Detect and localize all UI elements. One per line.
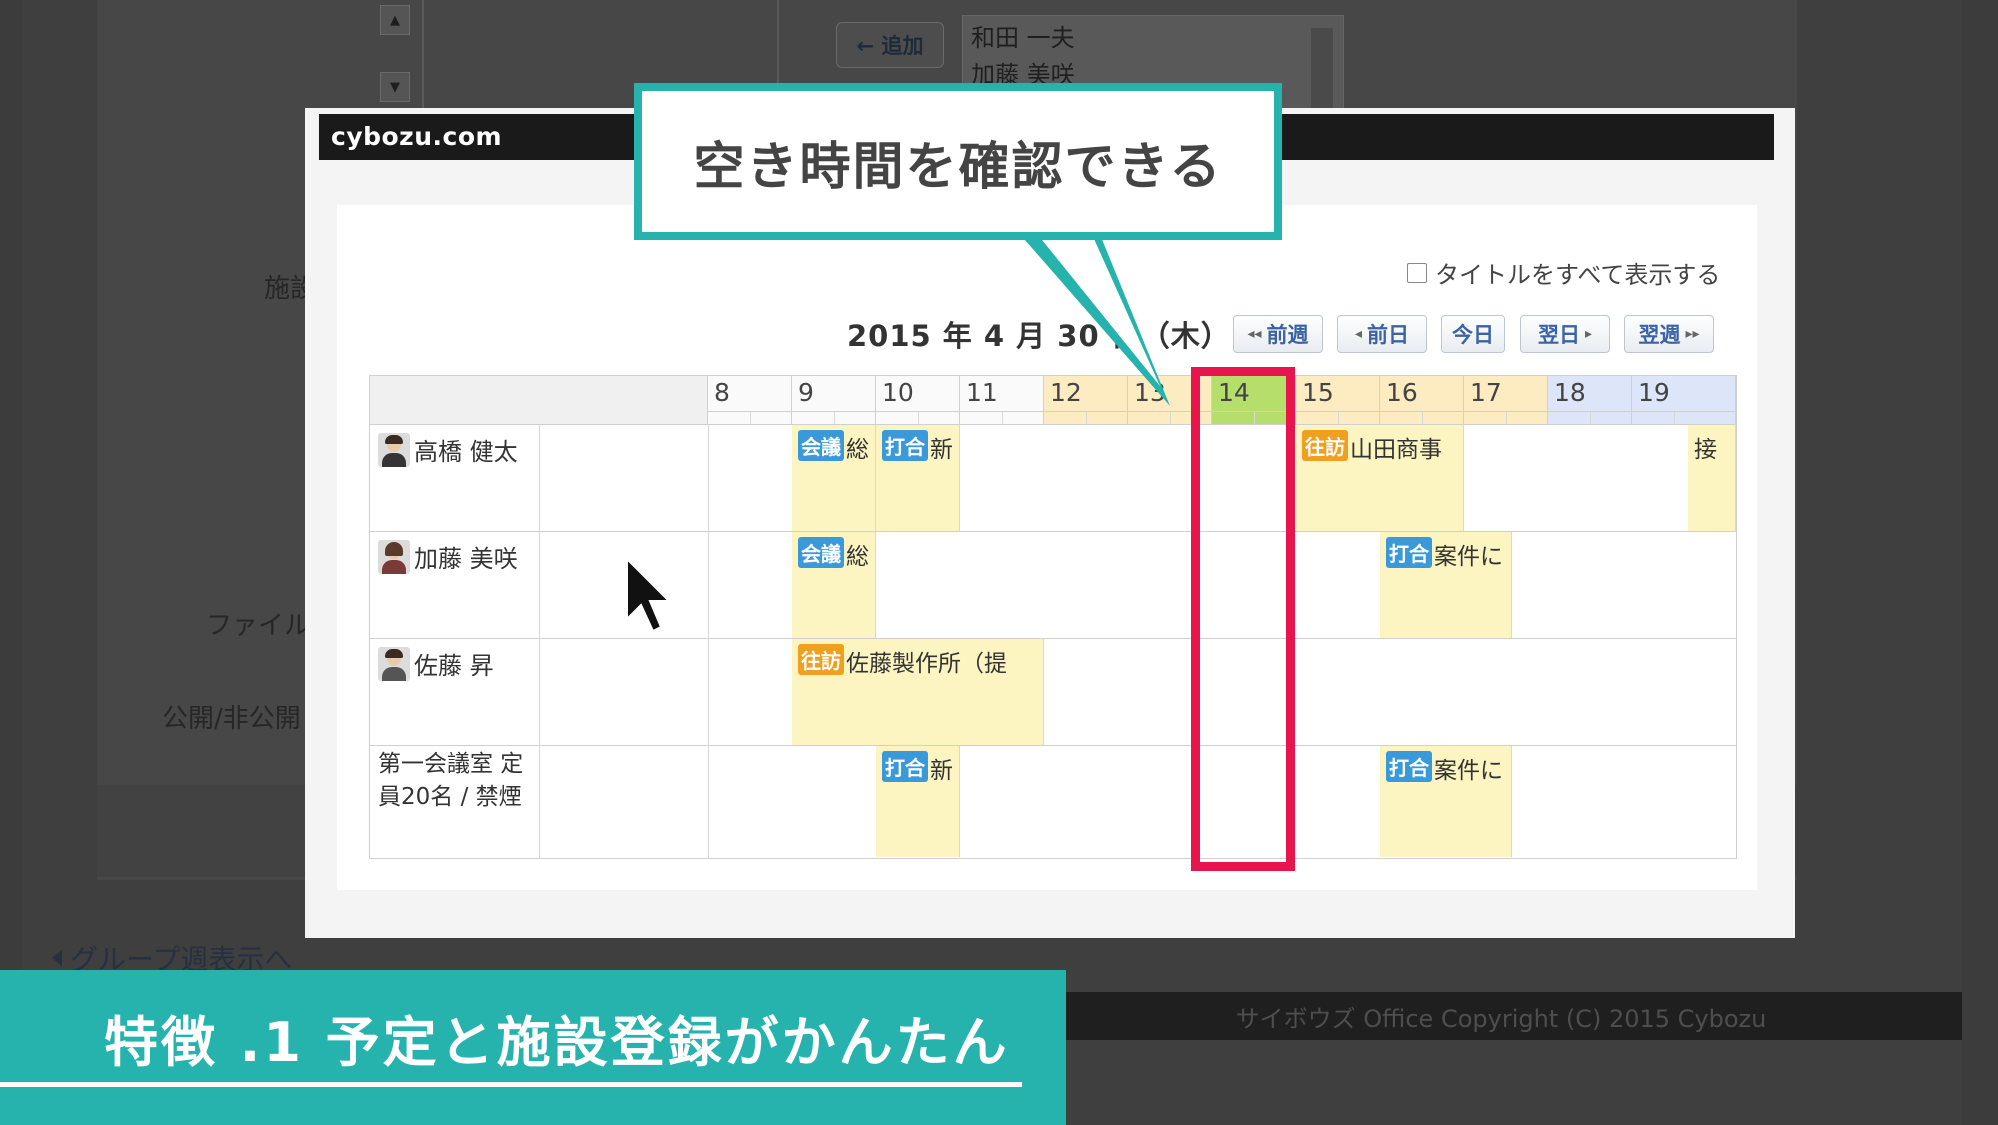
mouse-cursor-icon bbox=[626, 557, 672, 633]
feature-caption-bar: 特徴 .1 予定と施設登録がかんたん bbox=[0, 970, 1066, 1125]
caption-underline bbox=[0, 1082, 1022, 1087]
feature-caption: 特徴 .1 予定と施設登録がかんたん bbox=[104, 1011, 1010, 1074]
callout-bubble: 空き時間を確認できる bbox=[634, 83, 1282, 240]
